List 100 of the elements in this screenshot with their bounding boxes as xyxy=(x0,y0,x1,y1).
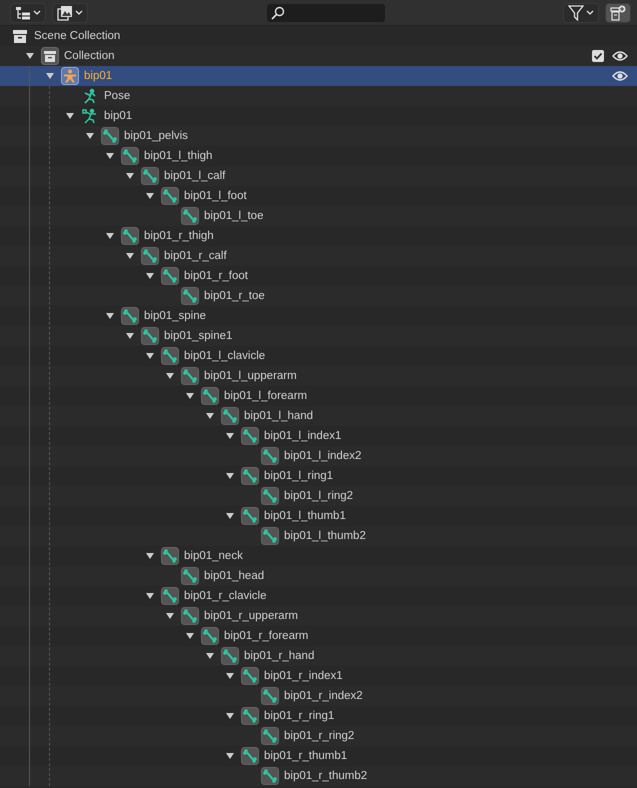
bone-icon xyxy=(261,687,279,705)
item-name: bip01_r_calf xyxy=(164,250,227,262)
bone-icon xyxy=(121,147,139,165)
item-name: bip01_l_upperarm xyxy=(204,370,297,382)
expanded-triangle-icon[interactable] xyxy=(226,432,234,440)
expanded-triangle-icon[interactable] xyxy=(166,372,174,380)
expanded-triangle-icon[interactable] xyxy=(66,112,74,120)
item-name: bip01_l_index1 xyxy=(264,430,342,442)
item-name: bip01_r_forearm xyxy=(224,630,308,642)
item-name: bip01_r_thumb2 xyxy=(284,770,368,782)
expanded-triangle-icon[interactable] xyxy=(146,192,154,200)
expanded-triangle-icon[interactable] xyxy=(226,512,234,520)
bone-icon xyxy=(201,387,219,405)
bone-icon xyxy=(121,307,139,325)
bone-icon xyxy=(161,547,179,565)
item-name: bip01_r_upperarm xyxy=(204,610,298,622)
item-name: bip01_l_ring2 xyxy=(284,490,354,502)
bone-icon xyxy=(241,707,259,725)
item-name: bip01_spine xyxy=(144,310,206,322)
bone-icon xyxy=(241,507,259,525)
item-name: bip01_l_clavicle xyxy=(184,350,266,362)
item-name: bip01_l_toe xyxy=(204,210,264,222)
checkbox[interactable] xyxy=(592,50,604,62)
bone-icon xyxy=(241,467,259,485)
eye-icon[interactable] xyxy=(612,50,628,62)
bone-icon xyxy=(141,247,159,265)
search-icon xyxy=(270,6,284,20)
bone-icon xyxy=(101,127,119,145)
item-name: bip01_r_ring1 xyxy=(264,710,334,722)
item-name: bip01_r_ring2 xyxy=(284,730,354,742)
hierarchy-icon xyxy=(15,6,31,20)
item-name: bip01_r_index2 xyxy=(284,690,363,702)
item-name: bip01_neck xyxy=(184,550,243,562)
item-name: bip01_l_thigh xyxy=(144,150,212,162)
filter-icon xyxy=(568,4,584,20)
bone-icon xyxy=(221,407,239,425)
expanded-triangle-icon[interactable] xyxy=(126,172,134,180)
item-name: bip01_spine1 xyxy=(164,330,232,342)
bone-icon xyxy=(161,187,179,205)
item-name: bip01_r_thumb1 xyxy=(264,750,348,762)
expanded-triangle-icon[interactable] xyxy=(106,312,114,320)
expanded-triangle-icon[interactable] xyxy=(186,392,194,400)
bone-icon xyxy=(261,527,279,545)
bone-icon xyxy=(181,607,199,625)
expanded-triangle-icon[interactable] xyxy=(126,252,134,260)
expanded-triangle-icon[interactable] xyxy=(206,412,214,420)
bone-icon xyxy=(221,647,239,665)
item-name: bip01_l_hand xyxy=(244,410,314,422)
item-name: bip01_l_ring1 xyxy=(264,470,334,482)
expanded-triangle-icon[interactable] xyxy=(226,752,234,760)
new-collection-icon xyxy=(610,4,626,20)
item-name: bip01_l_thumb1 xyxy=(264,510,346,522)
view-layer-button[interactable] xyxy=(52,2,88,22)
new-collection-button[interactable] xyxy=(605,2,631,22)
bone-icon xyxy=(181,367,199,385)
expanded-triangle-icon[interactable] xyxy=(146,592,154,600)
item-name: bip01_r_foot xyxy=(184,270,248,282)
expanded-triangle-icon[interactable] xyxy=(146,272,154,280)
expanded-triangle-icon[interactable] xyxy=(46,72,54,80)
expanded-triangle-icon[interactable] xyxy=(106,232,114,240)
caret-icon xyxy=(33,10,41,16)
expanded-triangle-icon[interactable] xyxy=(146,552,154,560)
item-name: Scene Collection xyxy=(34,30,120,42)
expanded-triangle-icon[interactable] xyxy=(226,472,234,480)
bone-icon xyxy=(161,267,179,285)
image-stack-icon xyxy=(57,4,73,20)
selected-tree-row[interactable]: bip01 xyxy=(0,66,637,86)
filter-button[interactable] xyxy=(563,2,599,22)
expanded-triangle-icon[interactable] xyxy=(106,152,114,160)
expanded-triangle-icon[interactable] xyxy=(126,332,134,340)
bone-icon xyxy=(261,487,279,505)
item-name: bip01 xyxy=(84,70,112,82)
search-field[interactable] xyxy=(266,4,384,22)
item-name: bip01_r_hand xyxy=(244,650,314,662)
item-name: bip01_l_thumb2 xyxy=(284,530,366,542)
collection-box-icon xyxy=(12,28,28,44)
bone-icon xyxy=(181,567,199,585)
expanded-triangle-icon[interactable] xyxy=(166,612,174,620)
bone-icon xyxy=(121,227,139,245)
item-name: bip01_r_index1 xyxy=(264,670,343,682)
bone-icon xyxy=(161,587,179,605)
bone-icon xyxy=(201,627,219,645)
expanded-triangle-icon[interactable] xyxy=(146,352,154,360)
armature-figure-icon xyxy=(82,108,98,124)
expanded-triangle-icon[interactable] xyxy=(26,52,34,60)
eye-icon[interactable] xyxy=(612,70,628,82)
item-name: bip01 xyxy=(104,110,132,122)
expanded-triangle-icon[interactable] xyxy=(86,132,94,140)
pose-figure-icon xyxy=(82,88,98,104)
caret-icon xyxy=(75,10,83,16)
expanded-triangle-icon[interactable] xyxy=(226,712,234,720)
bone-icon xyxy=(141,327,159,345)
figure-icon xyxy=(61,67,79,85)
bone-icon xyxy=(161,347,179,365)
expanded-triangle-icon[interactable] xyxy=(186,632,194,640)
display-mode-button[interactable] xyxy=(10,2,46,22)
item-name: bip01_l_foot xyxy=(184,190,247,202)
expanded-triangle-icon[interactable] xyxy=(226,672,234,680)
expanded-triangle-icon[interactable] xyxy=(206,652,214,660)
bone-icon xyxy=(241,747,259,765)
